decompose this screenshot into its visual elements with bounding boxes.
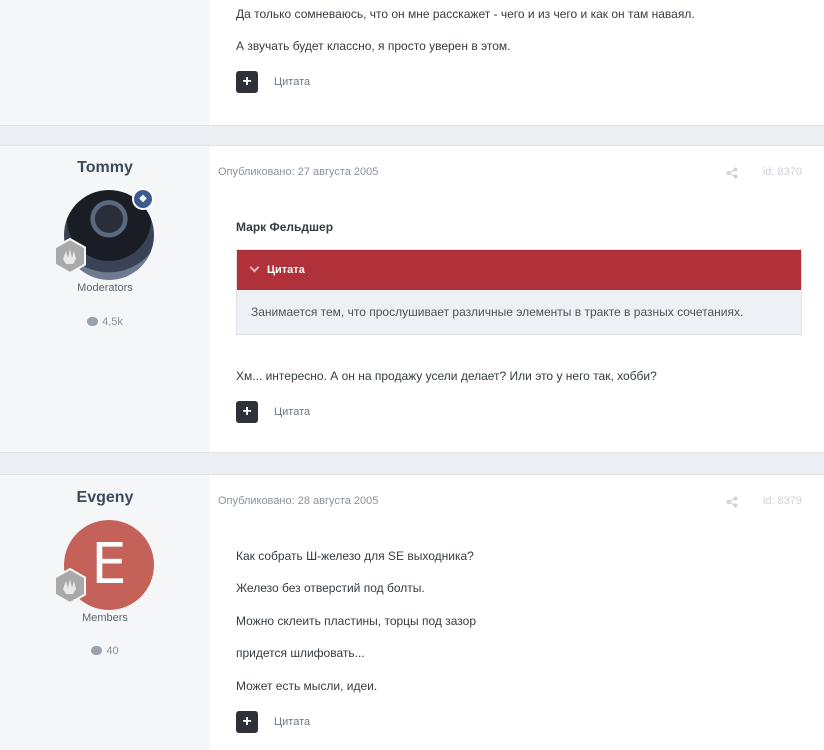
post-id[interactable]: id: 8379	[763, 495, 802, 507]
quote-label[interactable]: Цитата	[274, 406, 310, 418]
author-column: Tommy ◆ Moderators 4,5k	[0, 146, 210, 452]
comment-icon	[91, 646, 103, 655]
quote-label[interactable]: Цитата	[274, 716, 310, 728]
author-name[interactable]: Tommy	[0, 159, 210, 177]
post-2: Tommy ◆ Moderators 4,5k Опубликовано: 27…	[0, 145, 824, 453]
post-content: Да только сомневаюсь, что он мне расскаж…	[210, 0, 824, 125]
post-content: Опубликовано: 27 августа 2005 id: 8370 М…	[210, 146, 824, 452]
chevron-down-icon[interactable]	[249, 262, 260, 273]
author-column	[0, 0, 210, 125]
shield-icon: ◆	[132, 188, 154, 210]
member-group: Members	[82, 612, 128, 624]
post-id[interactable]: id: 8370	[763, 166, 802, 178]
published-date[interactable]: Опубликовано: 27 августа 2005	[218, 166, 378, 178]
quote-label[interactable]: Цитата	[274, 76, 310, 88]
post-text-line: придется шлифовать...	[236, 646, 365, 660]
post-count: 4,5k	[0, 316, 210, 328]
quote-title: Цитата	[267, 264, 305, 276]
rank-hand-icon	[54, 238, 86, 274]
comment-icon	[87, 317, 99, 326]
quote-author: Марк Фельдшер	[236, 220, 334, 234]
author-column: Evgeny E Members 40	[0, 475, 210, 750]
post-count: 40	[0, 645, 210, 657]
share-icon[interactable]	[726, 167, 738, 179]
quote-block: Цитата Занимается тем, что прослушивает …	[236, 249, 802, 335]
share-icon[interactable]	[726, 496, 738, 508]
quote-button[interactable]: + Цитата	[236, 71, 310, 93]
post-text-line: Может есть мысли, идеи.	[236, 679, 378, 693]
avatar[interactable]: E	[54, 520, 156, 612]
quote-text: Занимается тем, что прослушивает различн…	[251, 305, 744, 319]
post-text-line: Можно склеить пластины, торцы под зазор	[236, 614, 477, 628]
post-text-line: Железо без отверстий под болты.	[236, 581, 425, 595]
rank-hand-icon	[54, 568, 86, 604]
post-3: Evgeny E Members 40 Опубликовано: 28 авг…	[0, 474, 824, 750]
post-1: Да только сомневаюсь, что он мне расскаж…	[0, 0, 824, 126]
plus-icon[interactable]: +	[236, 711, 258, 733]
quote-button[interactable]: + Цитата	[236, 401, 310, 423]
post-text-line: Хм... интересно. А он на продажу усели д…	[236, 369, 657, 383]
author-name[interactable]: Evgeny	[0, 489, 210, 507]
post-count-value: 4,5k	[102, 316, 123, 328]
post-text-line: А звучать будет классно, я просто уверен…	[236, 39, 511, 53]
post-text-line: Да только сомневаюсь, что он мне расскаж…	[236, 7, 695, 21]
plus-icon[interactable]: +	[236, 401, 258, 423]
quote-header[interactable]: Цитата	[237, 250, 801, 290]
member-group: Moderators	[77, 282, 133, 294]
post-content: Опубликовано: 28 августа 2005 id: 8379 К…	[210, 475, 824, 750]
post-count-value: 40	[106, 645, 119, 657]
quote-button[interactable]: + Цитата	[236, 711, 310, 733]
published-date[interactable]: Опубликовано: 28 августа 2005	[218, 495, 378, 507]
avatar[interactable]: ◆	[54, 188, 156, 282]
plus-icon[interactable]: +	[236, 71, 258, 93]
post-text-line: Как собрать Ш-железо для SE выходника?	[236, 549, 474, 563]
